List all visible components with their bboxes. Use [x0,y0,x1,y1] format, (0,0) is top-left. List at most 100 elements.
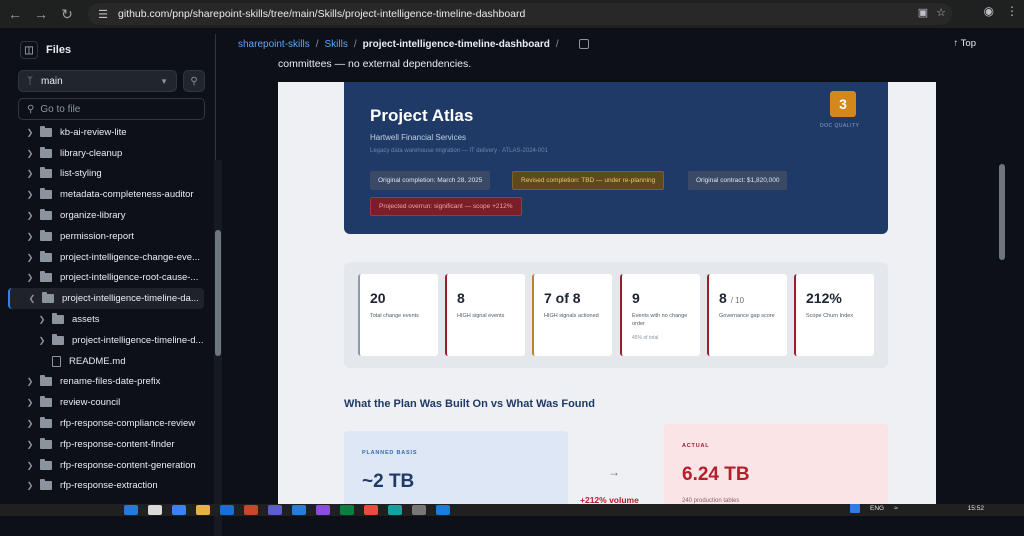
office-icon[interactable] [244,505,258,515]
teams-icon[interactable] [268,505,282,515]
doc-quality-label: DOC QUALITY [820,123,860,129]
bookmark-star-icon[interactable]: ☆ [936,6,946,19]
app-icon[interactable] [412,505,426,515]
kpi-value-unit: / 10 [730,296,745,305]
tree-item-folder-active[interactable]: ❮ project-intelligence-timeline-da... [8,288,204,310]
task-view-icon[interactable] [172,505,186,515]
tree-item-folder[interactable]: ❯ kb-ai-review-lite [8,122,204,143]
tree-item-folder[interactable]: ❯ assets [8,309,204,330]
chevron-right-icon: ❯ [38,315,46,325]
menu-icon[interactable]: ⋮ [1006,4,1018,18]
tree-item-label: kb-ai-review-lite [60,126,127,138]
kpi-value: 7 of 8 [544,290,581,306]
folder-icon [40,209,52,221]
site-info-icon[interactable]: ☰ [96,7,110,21]
chrome-icon[interactable] [364,505,378,515]
back-icon[interactable]: ← [4,3,26,25]
tree-item-label: rfp-response-content-finder [60,438,175,450]
chevron-right-icon: ❯ [26,460,34,470]
kpi-label: HIGH signals actioned [544,313,599,319]
collapse-panel-icon[interactable]: ◫ [20,41,38,59]
chevron-right-icon: ❯ [26,398,34,408]
sidebar-scrollbar[interactable] [214,160,222,536]
tree-item-label: project-intelligence-timeline-da... [62,293,199,305]
tree-item-folder[interactable]: ❯ project-intelligence-timeline-d... [8,330,204,351]
search-icon[interactable]: ⚲ [183,70,205,92]
tree-item-folder[interactable]: ❯ rfp-response-content-finder [8,434,204,455]
forward-icon[interactable]: → [30,3,52,25]
tree-item-folder[interactable]: ❯ review-council [8,392,204,413]
folder-icon [40,229,52,241]
folder-icon [40,396,52,408]
kpi-card: 20 Total change events [358,274,438,356]
breadcrumb-repo-link[interactable]: sharepoint-skills [238,39,310,50]
folder-icon [40,125,52,137]
cast-icon[interactable]: ▣ [918,6,928,19]
outlook-icon[interactable] [292,505,306,515]
tree-item-label: project-intelligence-root-cause-... [60,272,199,284]
clock[interactable]: 15:52 [968,505,984,512]
app-icon[interactable] [388,505,402,515]
breadcrumb-separator: / [315,38,319,50]
reload-icon[interactable]: ↻ [56,3,78,25]
tree-item-folder[interactable]: ❯ rfp-response-compliance-review [8,413,204,434]
notification-icon[interactable] [850,504,860,513]
dashboard-preview: Project Atlas Hartwell Financial Service… [278,82,936,508]
folder-icon [40,271,52,283]
folder-icon [40,375,52,387]
sidebar-scroll-thumb[interactable] [215,230,221,356]
kpi-value: 8 / 10 [719,290,744,306]
tree-item-label: library-cleanup [60,147,123,159]
readme-text: committees — no external dependencies. [278,58,472,70]
tree-item-folder[interactable]: ❯ organize-library [8,205,204,226]
breadcrumb-folder-link[interactable]: Skills [324,39,347,50]
file-explorer-icon[interactable] [196,505,210,515]
onenote-icon[interactable] [316,505,330,515]
tree-item-folder[interactable]: ❯ rfp-response-extraction [8,476,204,497]
tree-item-label: project-intelligence-timeline-d... [72,334,204,346]
chevron-right-icon: ❯ [26,148,34,158]
language-indicator[interactable]: ENG [870,505,884,512]
excel-icon[interactable] [340,505,354,515]
folder-open-icon [42,292,54,304]
breadcrumb-current: project-intelligence-timeline-dashboard [362,38,550,50]
page-scroll-thumb[interactable] [999,164,1005,260]
doc-quality-badge: 3 [830,91,856,117]
search-icon[interactable] [148,505,162,515]
branch-selector[interactable]: ᛉ main ▼ [18,70,177,92]
tree-item-folder[interactable]: ❯ library-cleanup [8,143,204,164]
caret-down-icon: ▼ [160,76,168,86]
actual-card: ACTUAL 6.24 TB 240 production tables [664,424,888,508]
start-icon[interactable] [124,505,138,515]
os-taskbar: ENG ≈ 15:52 [0,504,1024,516]
actual-caption: ACTUAL [682,443,710,449]
go-to-file-input[interactable]: ⚲ Go to file [18,98,205,120]
address-bar[interactable]: ☰ github.com/pnp/sharepoint-skills/tree/… [88,3,952,25]
tree-item-folder[interactable]: ❯ project-intelligence-root-cause-... [8,268,204,289]
page-scrollbar[interactable] [998,60,1006,504]
wifi-icon[interactable]: ≈ [894,505,898,512]
project-header-card: Project Atlas Hartwell Financial Service… [344,82,888,234]
chevron-right-icon: ❯ [26,419,34,429]
copy-path-icon[interactable] [578,39,589,49]
tree-item-file[interactable]: ❯README.md [8,351,204,372]
folder-icon [40,417,52,429]
tree-item-folder[interactable]: ❯ rfp-response-content-generation [8,455,204,476]
edge-icon[interactable] [220,505,234,515]
tree-item-folder[interactable]: ❯ metadata-completeness-auditor [8,184,204,205]
profile-icon[interactable]: ◉ [984,4,994,18]
tree-item-folder[interactable]: ❯ rename-files-date-prefix [8,372,204,393]
chevron-right-icon: ❯ [26,439,34,449]
top-label: Top [960,38,976,49]
chevron-right-icon: ❯ [26,252,34,262]
folder-icon [40,479,52,491]
kpi-value: 9 [632,290,640,306]
tree-item-folder[interactable]: ❯ list-styling [8,164,204,185]
vscode-icon[interactable] [436,505,450,515]
tree-item-label: organize-library [60,210,126,222]
url-text[interactable]: github.com/pnp/sharepoint-skills/tree/ma… [118,8,525,20]
tree-item-folder[interactable]: ❯ project-intelligence-change-eve... [8,247,204,268]
tree-item-folder[interactable]: ❯ permission-report [8,226,204,247]
tree-item-label: permission-report [60,230,134,242]
top-link[interactable]: ↑ Top [953,38,976,49]
